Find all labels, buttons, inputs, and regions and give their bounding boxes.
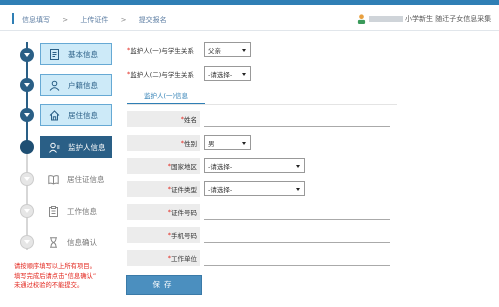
document-icon (50, 48, 59, 60)
id-number-label: * 证件号码 (127, 204, 200, 220)
employer-label: * 工作单位 (127, 250, 200, 266)
step-label: 工作信息 (67, 206, 97, 216)
step-guardian-info[interactable]: 监护人信息 (40, 136, 112, 158)
step-residence-info[interactable]: 居住信息 (40, 104, 112, 126)
employer-input[interactable] (204, 250, 390, 266)
header: 信息填写 > 上传证件 > 提交报名 小学新生 随迁子女信息采集 (0, 5, 499, 31)
relation2-select[interactable]: -请选择- (204, 66, 251, 81)
step-dot-2 (20, 78, 34, 92)
user-text: 小学新生 随迁子女信息采集 (405, 15, 492, 23)
step-label: 基本信息 (68, 49, 98, 59)
step-dot-1 (20, 48, 34, 62)
step-label: 户籍信息 (68, 80, 98, 90)
gender-select[interactable]: 男 (204, 135, 251, 150)
user-info: 小学新生 随迁子女信息采集 (357, 13, 491, 25)
step-label: 居住证信息 (67, 174, 105, 184)
step-label: 居住信息 (68, 110, 98, 120)
id-number-input[interactable] (204, 204, 390, 220)
breadcrumb-marker (12, 13, 14, 24)
breadcrumb-item-submit[interactable]: 提交报名 (139, 16, 167, 24)
person-icon (49, 80, 60, 91)
breadcrumb-separator: > (62, 16, 69, 24)
tab-divider (127, 104, 397, 105)
step-label: 信息确认 (67, 237, 97, 247)
id-type-label: * 证件类型 (127, 181, 200, 197)
step-label: 监护人信息 (68, 142, 106, 152)
step-dot-7 (20, 235, 34, 249)
breadcrumb-item-fill[interactable]: 信息填写 (22, 16, 50, 24)
step-dot-6 (20, 204, 34, 218)
breadcrumb-item-upload[interactable]: 上传证件 (80, 16, 108, 24)
guardian-icon (49, 142, 60, 153)
name-input[interactable] (204, 111, 390, 127)
phone-input[interactable] (204, 227, 390, 243)
note-line: 填写完成后请点击“信息确认” (14, 272, 97, 280)
book-icon (48, 174, 59, 185)
step-dot-4 (20, 140, 34, 154)
house-icon (49, 109, 60, 121)
save-button[interactable]: 保存 (126, 275, 202, 295)
clipboard-icon (49, 205, 58, 217)
country-label: * 国家地区 (127, 158, 200, 174)
note-line: 请按顺序填写以上所有项目。 (14, 263, 96, 270)
step-household-info[interactable]: 户籍信息 (40, 74, 112, 96)
country-select[interactable]: -请选择- (204, 158, 305, 173)
step-residence-permit-info[interactable]: 居住证信息 (40, 168, 112, 190)
step-dot-5 (20, 172, 34, 186)
user-name-redacted (369, 16, 403, 22)
phone-label: * 手机号码 (127, 227, 200, 243)
user-avatar-icon (357, 14, 366, 24)
note-line: 未通过校验的不能提交。 (14, 282, 84, 289)
id-type-select[interactable]: -请选择- (204, 181, 305, 196)
hourglass-icon (50, 236, 57, 248)
name-label: * 姓名 (127, 111, 200, 127)
step-dot-3 (20, 108, 34, 122)
tab-guardian1[interactable]: 监护人(一)信息 (127, 91, 205, 105)
step-work-info[interactable]: 工作信息 (40, 200, 112, 222)
relation1-label: * 监护人(一)与学生关系 (127, 46, 194, 55)
gender-label: * 性别 (127, 135, 200, 151)
relation1-select[interactable]: 父亲 (204, 42, 251, 57)
breadcrumb: 信息填写 > 上传证件 > 提交报名 (22, 15, 177, 25)
step-confirm-info[interactable]: 信息确认 (40, 231, 112, 253)
instruction-notes: 请按顺序填写以上所有项目。 填写完成后请点击“信息确认” 未通过校验的不能提交。 (14, 262, 124, 291)
step-basic-info[interactable]: 基本信息 (40, 43, 112, 65)
breadcrumb-separator: > (120, 16, 127, 24)
relation2-label: * 监护人(二)与学生关系 (127, 70, 194, 79)
